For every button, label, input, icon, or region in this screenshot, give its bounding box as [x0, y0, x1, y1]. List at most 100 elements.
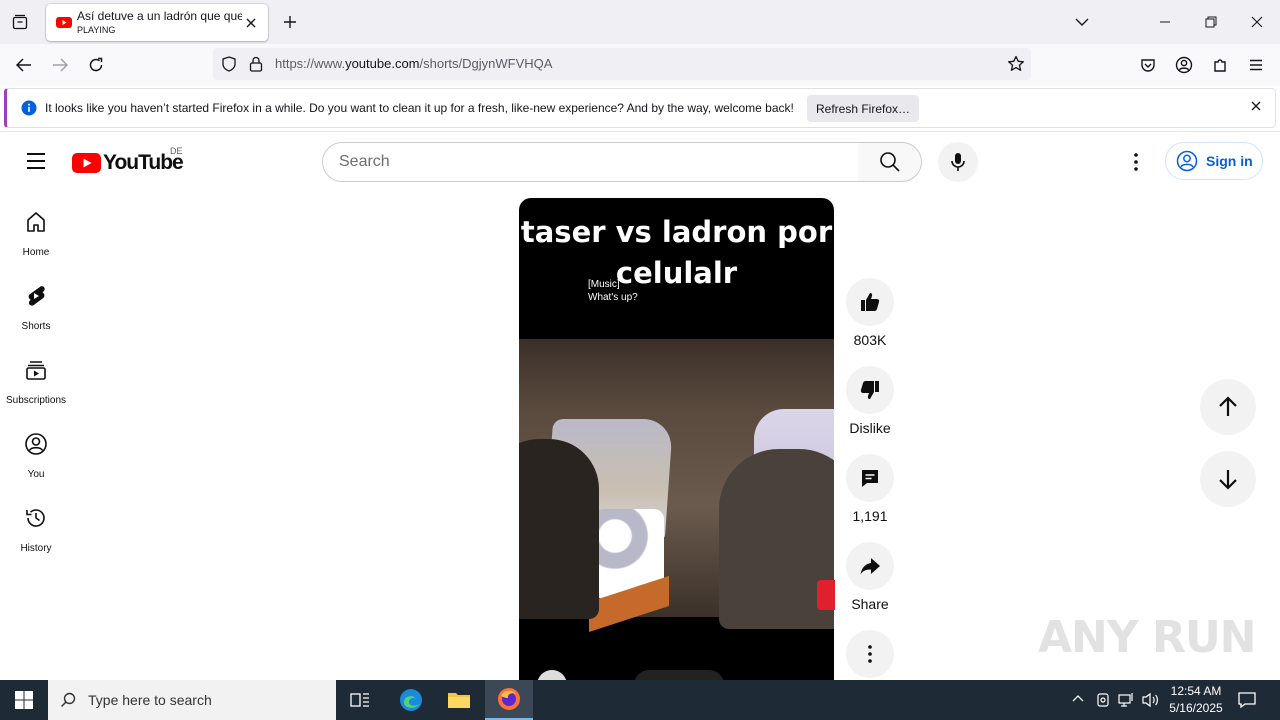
- close-notification-icon[interactable]: [1251, 101, 1261, 111]
- notification-message: It looks like you haven’t started Firefo…: [45, 101, 794, 115]
- url-bar[interactable]: https://www.youtube.com/shorts/DgjynWFVH…: [213, 48, 1031, 80]
- url-domain: youtube.com: [345, 56, 420, 71]
- guide-menu-icon[interactable]: [24, 151, 48, 171]
- list-all-tabs-icon[interactable]: [1072, 12, 1092, 32]
- menu-hamburger-icon[interactable]: [1244, 53, 1268, 77]
- forward-arrow-icon[interactable]: [48, 53, 72, 77]
- close-window-icon[interactable]: [1247, 12, 1267, 32]
- settings-more-icon[interactable]: [1124, 151, 1148, 173]
- like-button[interactable]: 803K: [846, 278, 894, 348]
- sidebar-item-label: Shorts: [21, 321, 51, 332]
- extensions-icon[interactable]: [1208, 53, 1232, 77]
- sidebar-item-subscriptions[interactable]: Subscriptions: [0, 354, 72, 418]
- dislike-circle[interactable]: [846, 366, 894, 414]
- anyrun-watermark: ANY RUN: [1038, 612, 1256, 663]
- voice-search-button[interactable]: [938, 142, 978, 182]
- clock-date: 5/16/2025: [1169, 701, 1223, 715]
- network-icon[interactable]: [1118, 692, 1136, 708]
- windows-taskbar: Type here to search 12:54 AM 5/16/2025: [0, 680, 1280, 720]
- comments-circle[interactable]: [846, 454, 894, 502]
- notification-center-icon[interactable]: [1237, 690, 1257, 710]
- tab-manager-icon[interactable]: [8, 10, 32, 34]
- caption-line: What's up?: [588, 292, 638, 303]
- url-path: /shorts/DgjynWFVHQA: [419, 56, 553, 71]
- caption-line: [Music]: [588, 279, 620, 290]
- lock-icon[interactable]: [249, 56, 263, 72]
- sign-in-label: Sign in: [1206, 153, 1253, 169]
- comments-button[interactable]: 1,191: [846, 454, 894, 524]
- sidebar-item-history[interactable]: History: [0, 502, 72, 566]
- thumbs-down-icon: [860, 381, 879, 399]
- share-circle[interactable]: [846, 542, 894, 590]
- info-icon: [21, 100, 37, 116]
- sidebar-item-label: History: [20, 543, 52, 554]
- task-view-button[interactable]: [336, 680, 384, 720]
- search-icon: [879, 152, 900, 172]
- tab-playing-label: PLAYING: [77, 25, 116, 35]
- video-captions: [Music] What's up?: [588, 278, 638, 304]
- previous-short-button[interactable]: [1200, 379, 1256, 435]
- browser-tab[interactable]: Así detuve a un ladrón que quería robar …: [46, 4, 268, 41]
- sign-in-button[interactable]: Sign in: [1165, 142, 1263, 180]
- file-explorer-taskbar-button[interactable]: [435, 680, 483, 720]
- account-icon[interactable]: [1172, 53, 1196, 77]
- url-prefix: https://www.: [275, 56, 346, 71]
- edge-taskbar-button[interactable]: [387, 680, 435, 720]
- url-text[interactable]: https://www.youtube.com/shorts/DgjynWFVH…: [275, 56, 552, 71]
- shorts-video-player[interactable]: taser vs ladron por celulalr [Music] Wha…: [519, 198, 834, 688]
- dislike-button[interactable]: Dislike: [846, 366, 894, 436]
- like-circle[interactable]: [846, 278, 894, 326]
- close-tab-icon[interactable]: [242, 14, 260, 32]
- browser-titlebar: Así detuve a un ladrón que quería robar …: [0, 0, 1280, 44]
- firefox-taskbar-button[interactable]: [485, 680, 533, 720]
- sidebar-item-home[interactable]: Home: [0, 206, 72, 270]
- you-icon: [25, 433, 47, 455]
- share-button[interactable]: Share: [846, 542, 894, 612]
- tab-title: Así detuve a un ladrón que quería robar: [77, 9, 242, 23]
- minimize-icon[interactable]: [1155, 12, 1175, 32]
- share-label: Share: [851, 596, 889, 612]
- sidebar-item-label: Home: [22, 247, 50, 258]
- windows-logo-icon: [15, 691, 33, 709]
- more-actions-circle[interactable]: [846, 630, 894, 678]
- country-code: DE: [170, 146, 183, 156]
- video-overlay-title: taser vs ladron por celulalr: [520, 215, 833, 290]
- sidebar-item-label: You: [27, 469, 45, 480]
- next-short-button[interactable]: [1200, 451, 1256, 507]
- taskbar-search-placeholder: Type here to search: [88, 692, 212, 708]
- sidebar-item-shorts[interactable]: Shorts: [0, 280, 72, 344]
- more-actions-button[interactable]: [846, 630, 894, 678]
- sidebar-item-you[interactable]: You: [0, 428, 72, 492]
- like-count: 803K: [853, 332, 887, 348]
- youtube-logo[interactable]: YouTube: [72, 151, 184, 175]
- volume-icon[interactable]: [1142, 692, 1160, 708]
- restore-icon[interactable]: [1201, 12, 1221, 32]
- user-circle-icon: [1176, 150, 1198, 172]
- browser-navbar: https://www.youtube.com/shorts/DgjynWFVH…: [0, 44, 1280, 86]
- system-clock[interactable]: 12:54 AM 5/16/2025: [1162, 683, 1230, 717]
- pocket-icon[interactable]: [1136, 53, 1160, 77]
- taskbar-search-box[interactable]: Type here to search: [48, 680, 336, 720]
- tracking-shield-icon[interactable]: [221, 56, 237, 72]
- subscriptions-icon: [26, 361, 46, 380]
- device-icon[interactable]: [1096, 692, 1110, 708]
- search-button[interactable]: [858, 142, 922, 182]
- start-button[interactable]: [0, 680, 48, 720]
- passenger-silhouette: [519, 439, 599, 619]
- new-tab-icon[interactable]: [280, 12, 300, 32]
- refresh-firefox-button[interactable]: Refresh Firefox…: [807, 95, 919, 122]
- video-frame: [519, 339, 834, 632]
- back-arrow-icon[interactable]: [12, 53, 36, 77]
- refresh-firefox-notification: It looks like you haven’t started Firefo…: [4, 88, 1276, 128]
- search-input[interactable]: Search: [322, 142, 859, 182]
- show-hidden-icons-chevron-icon[interactable]: [1071, 692, 1085, 706]
- arrow-up-icon: [1219, 396, 1237, 416]
- youtube-page: YouTube DE Search Sign in Home Shorts Su…: [0, 131, 1280, 688]
- sidebar-item-label: Subscriptions: [5, 395, 67, 406]
- reload-icon[interactable]: [84, 53, 108, 77]
- clock-time: 12:54 AM: [1170, 684, 1222, 698]
- search-icon: [61, 692, 76, 707]
- bookmark-star-icon[interactable]: [1007, 55, 1025, 73]
- tiktok-watermark-icon: [817, 580, 835, 610]
- edge-icon: [400, 689, 422, 711]
